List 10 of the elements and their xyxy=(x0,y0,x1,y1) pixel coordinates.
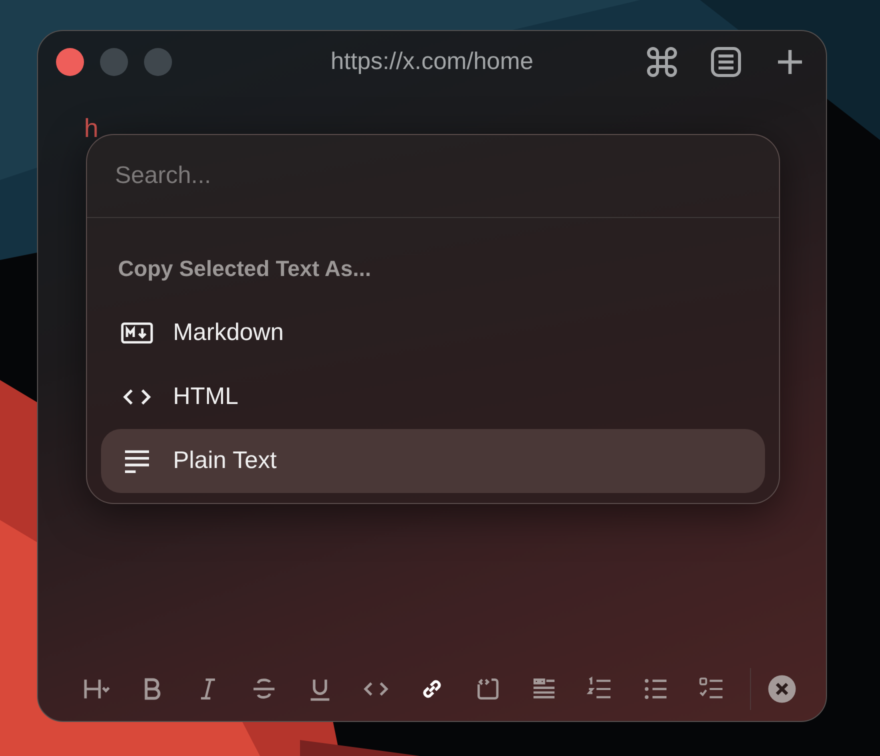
reader-icon[interactable] xyxy=(708,44,744,80)
section-title: Copy Selected Text As... xyxy=(118,256,372,281)
menu-item[interactable]: HTML xyxy=(101,365,765,429)
command-icon[interactable] xyxy=(644,44,680,80)
menu-item[interactable]: Markdown xyxy=(101,301,765,365)
editor-text: h xyxy=(84,115,98,141)
close-icon xyxy=(767,674,797,704)
menu-item[interactable]: Plain Text xyxy=(101,429,765,493)
close-button[interactable] xyxy=(56,48,84,76)
window-title: https://x.com/home xyxy=(330,47,534,77)
